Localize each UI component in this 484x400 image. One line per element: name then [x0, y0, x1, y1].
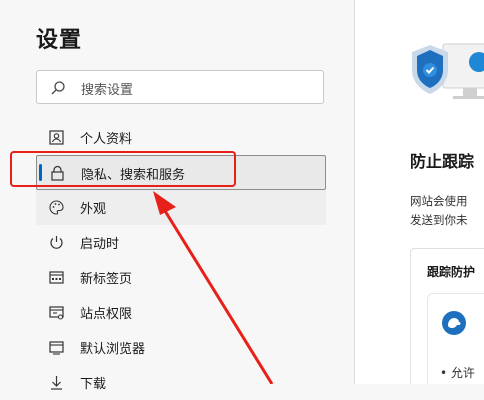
new-tab-icon: [49, 271, 64, 284]
lock-icon: [51, 165, 64, 181]
sidebar-item-default-browser[interactable]: 默认浏览器: [36, 330, 326, 365]
description-line: 网站会使用: [410, 194, 468, 208]
search-input[interactable]: 搜索设置: [36, 70, 324, 104]
power-icon: [50, 236, 63, 249]
palette-icon: [49, 200, 64, 215]
sidebar-item-privacy[interactable]: 隐私、搜索和服务: [36, 155, 326, 190]
browser-icon: [49, 341, 64, 355]
tracking-level-option[interactable]: • 允许: [427, 293, 484, 384]
sidebar-item-downloads[interactable]: 下载: [36, 365, 326, 400]
main-panel: 防止跟踪 网站会使用 发送到你未 跟踪防护 • 允许: [355, 0, 484, 384]
search-placeholder: 搜索设置: [81, 83, 134, 98]
sidebar-item-label: 外观: [80, 202, 107, 217]
sidebar-item-label: 个人资料: [80, 132, 133, 147]
description-line: 发送到你未: [410, 213, 468, 227]
sidebar-item-profile[interactable]: 个人资料: [36, 120, 326, 155]
shield-monitor-illustration: [412, 43, 484, 99]
sidebar-item-startup[interactable]: 启动时: [36, 225, 326, 260]
site-permissions-icon: [49, 306, 64, 320]
sidebar-item-label: 新标签页: [80, 272, 133, 287]
main-description: 网站会使用 发送到你未: [410, 192, 468, 230]
sidebar-item-label: 站点权限: [80, 307, 133, 322]
download-icon: [51, 376, 62, 390]
sidebar-item-label: 启动时: [80, 237, 120, 252]
card-bullet: • 允许: [440, 366, 475, 380]
tracking-prevention-card: 跟踪防护 • 允许: [410, 248, 484, 384]
sidebar-item-label: 隐私、搜索和服务: [81, 168, 186, 183]
settings-nav: 个人资料 隐私、搜索和服务 外观 启动时 新标签页 站点权限 默认浏览器 下载: [36, 120, 326, 400]
profile-icon: [49, 130, 64, 145]
settings-title: 设置: [36, 28, 83, 53]
main-heading: 防止跟踪: [410, 152, 475, 171]
sidebar-item-new-tab[interactable]: 新标签页: [36, 260, 326, 295]
search-icon: [51, 81, 65, 95]
settings-sidebar: 设置 搜索设置 个人资料 隐私、搜索和服务 外观 启动时 新标签页 站点权限 默…: [0, 0, 354, 392]
sidebar-item-site-permissions[interactable]: 站点权限: [36, 295, 326, 330]
sidebar-item-appearance[interactable]: 外观: [36, 190, 326, 225]
tracking-level-icon: [442, 311, 466, 335]
card-title: 跟踪防护: [427, 265, 476, 279]
sidebar-item-label: 下载: [80, 377, 107, 392]
active-indicator: [39, 164, 42, 181]
sidebar-item-label: 默认浏览器: [80, 342, 146, 357]
